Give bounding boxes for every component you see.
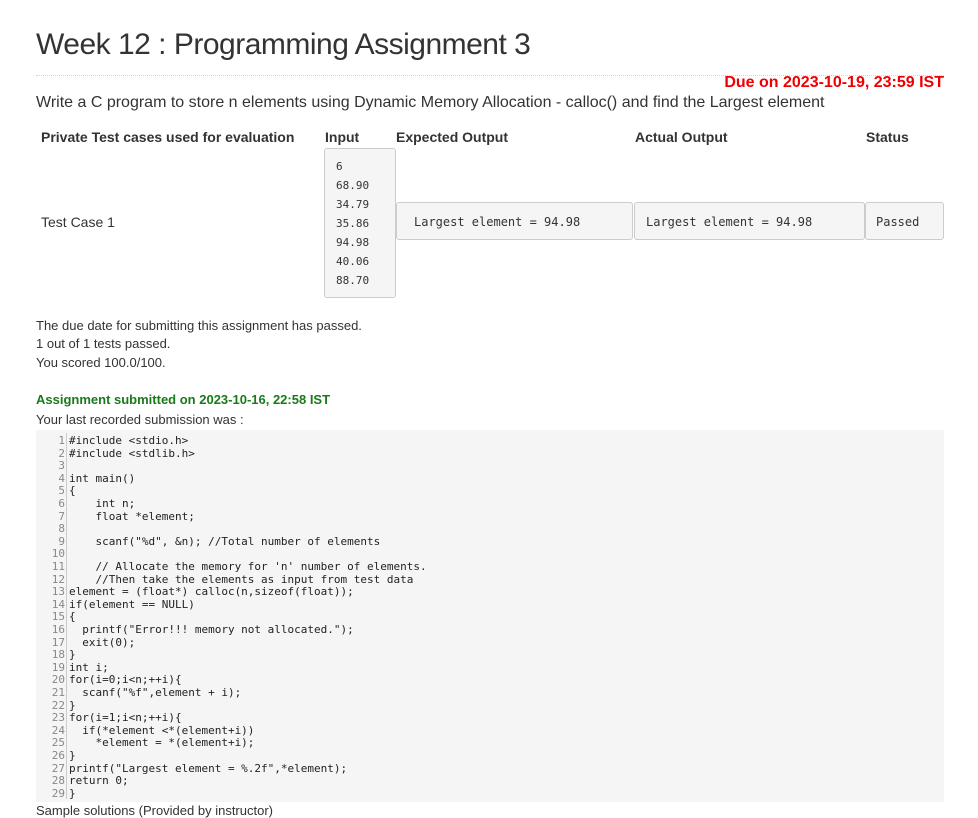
line-number: 11 xyxy=(51,560,65,573)
line-number: 13 xyxy=(51,585,65,599)
code-line: { xyxy=(69,484,76,498)
code-line: int main() xyxy=(69,471,136,485)
code-line: { xyxy=(69,610,76,624)
line-number: 23 xyxy=(51,711,65,725)
due-passed-message: The due date for submitting this assignm… xyxy=(36,318,362,333)
line-number: 6 xyxy=(58,497,65,510)
line-number: 28 xyxy=(51,774,65,788)
code-line: // Allocate the memory for 'n' number of… xyxy=(69,560,427,573)
code-line: int i; xyxy=(69,660,109,674)
tests-passed-message: 1 out of 1 tests passed. xyxy=(36,336,171,351)
code-line: printf("Error!!! memory not allocated.")… xyxy=(69,623,354,636)
line-number: 29 xyxy=(51,786,65,800)
line-number: 24 xyxy=(51,723,65,737)
header-input: Input xyxy=(325,129,360,145)
code-line: } xyxy=(69,648,76,662)
code-line: } xyxy=(69,749,76,762)
code-line: for(i=0;i<n;++i){ xyxy=(69,673,182,687)
line-number: 22 xyxy=(51,698,65,712)
last-recorded-label: Your last recorded submission was : xyxy=(36,412,244,427)
input-line: 68.90 xyxy=(336,179,370,192)
line-number: 5 xyxy=(58,484,65,498)
line-number: 25 xyxy=(51,736,65,750)
code-line: #include <stdlib.h> xyxy=(69,446,195,460)
input-line: 6 xyxy=(336,160,343,173)
line-number: 16 xyxy=(51,623,65,636)
code-line: for(i=1;i<n;++i){ xyxy=(69,711,182,725)
line-number: 2 xyxy=(58,446,65,460)
line-number: 10 xyxy=(51,547,65,561)
line-number: 15 xyxy=(51,610,65,624)
input-line: 35.86 xyxy=(336,217,370,230)
line-number: 18 xyxy=(51,648,65,662)
line-number: 14 xyxy=(51,597,65,611)
code-line: #include <stdio.h> xyxy=(69,434,189,447)
code-line: //Then take the elements as input from t… xyxy=(69,572,414,586)
assignment-description: Write a C program to store n elements us… xyxy=(36,94,825,111)
line-number: 7 xyxy=(58,509,65,523)
code-line: if(element == NULL) xyxy=(69,597,195,611)
code-line: scanf("%d", &n); //Total number of eleme… xyxy=(69,534,381,548)
line-number: 26 xyxy=(51,749,65,762)
line-number: 21 xyxy=(51,686,65,699)
due-date: Due on 2023-10-19, 23:59 IST xyxy=(724,74,944,91)
code-line: exit(0); xyxy=(69,635,136,649)
line-number: 12 xyxy=(51,572,65,586)
header-expected-output: Expected Output xyxy=(396,129,509,145)
code-line: element = (float*) calloc(n,sizeof(float… xyxy=(69,585,354,599)
code-line: return 0; xyxy=(69,774,129,788)
sample-solutions-label: Sample solutions (Provided by instructor… xyxy=(36,803,273,818)
line-number: 17 xyxy=(51,635,65,649)
line-number: 8 xyxy=(58,522,65,536)
code-line: printf("Largest element = %.2f",*element… xyxy=(69,761,348,775)
code-line: if(*element <*(element+i)) xyxy=(69,723,255,737)
submission-timestamp: Assignment submitted on 2023-10-16, 22:5… xyxy=(36,392,331,407)
test-case-status: Passed xyxy=(865,202,944,240)
header-private-test-cases: Private Test cases used for evaluation xyxy=(41,129,295,145)
line-number: 27 xyxy=(51,761,65,775)
test-case-name: Test Case 1 xyxy=(41,214,115,230)
line-number: 4 xyxy=(58,471,65,485)
code-line: scanf("%f",element + i); xyxy=(69,686,242,699)
input-line: 34.79 xyxy=(336,198,370,211)
code-line: *element = *(element+i); xyxy=(69,736,255,750)
test-case-expected-output: Largest element = 94.98 xyxy=(396,202,633,240)
input-line: 88.70 xyxy=(336,274,370,287)
test-case-input: 6 68.90 34.79 35.86 94.98 40.06 88.70 xyxy=(324,148,396,298)
header-actual-output: Actual Output xyxy=(635,129,728,145)
code-line: } xyxy=(69,786,76,800)
score-message: You scored 100.0/100. xyxy=(36,355,166,370)
line-number: 3 xyxy=(58,459,65,473)
input-line: 94.98 xyxy=(336,236,370,249)
page-title: Week 12 : Programming Assignment 3 xyxy=(36,28,531,61)
line-number: 19 xyxy=(51,660,65,674)
line-number: 9 xyxy=(58,534,65,548)
code-line: int n; xyxy=(69,497,136,510)
line-number: 20 xyxy=(51,673,65,687)
code-line: float *element; xyxy=(69,509,195,523)
code-line: } xyxy=(69,698,76,712)
header-status: Status xyxy=(866,129,909,145)
input-line: 40.06 xyxy=(336,255,370,268)
line-number: 1 xyxy=(58,434,65,447)
test-case-actual-output: Largest element = 94.98 xyxy=(634,202,865,240)
